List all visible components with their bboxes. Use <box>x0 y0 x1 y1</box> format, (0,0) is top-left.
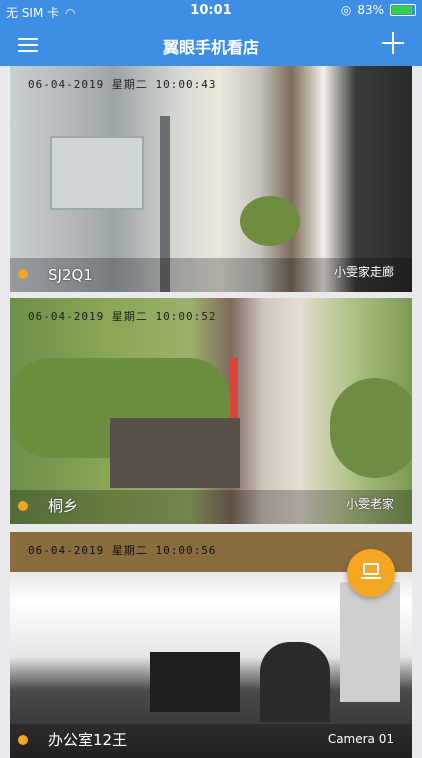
camera-timestamp: 06-04-2019 星期二 10:00:43 <box>28 78 217 91</box>
status-dot-icon <box>18 501 28 511</box>
screen-base-icon <box>361 577 381 579</box>
camera-card-2[interactable]: 06-04-2019 星期二 10:00:52 桐乡 小雯老家 <box>10 298 412 524</box>
screen-icon <box>363 563 379 575</box>
page-title: 翼眼手机看店 <box>162 38 259 57</box>
camera-timestamp: 06-04-2019 星期二 10:00:56 <box>28 544 217 557</box>
add-icon[interactable] <box>382 32 404 54</box>
camera-card-1[interactable]: 06-04-2019 星期二 10:00:43 SJ2Q1 小雯家走廊 <box>10 66 412 292</box>
status-dot-icon <box>18 735 28 745</box>
status-dot-icon <box>18 269 28 279</box>
camera-name: SJ2Q1 <box>48 266 93 284</box>
camera-name: 办公室12王 <box>48 731 128 749</box>
camera-location: Camera 01 <box>327 732 394 746</box>
camera-name: 桐乡 <box>48 497 79 515</box>
battery-fill <box>392 6 412 14</box>
status-bar: 无 SIM 卡 ◠ 10:01 ◎ 83% <box>0 0 422 22</box>
battery-percent: 83% <box>357 3 384 17</box>
camera-location: 小雯家走廊 <box>333 265 394 279</box>
camera-timestamp: 06-04-2019 星期二 10:00:52 <box>28 310 217 323</box>
nav-bar: 翼眼手机看店 <box>0 22 422 66</box>
orientation-lock-icon: ◎ <box>340 3 352 17</box>
battery-icon <box>390 4 416 16</box>
status-right: ◎ 83% <box>341 3 416 17</box>
camera-location: 小雯老家 <box>345 497 394 511</box>
fullscreen-fab-button[interactable] <box>347 549 395 597</box>
